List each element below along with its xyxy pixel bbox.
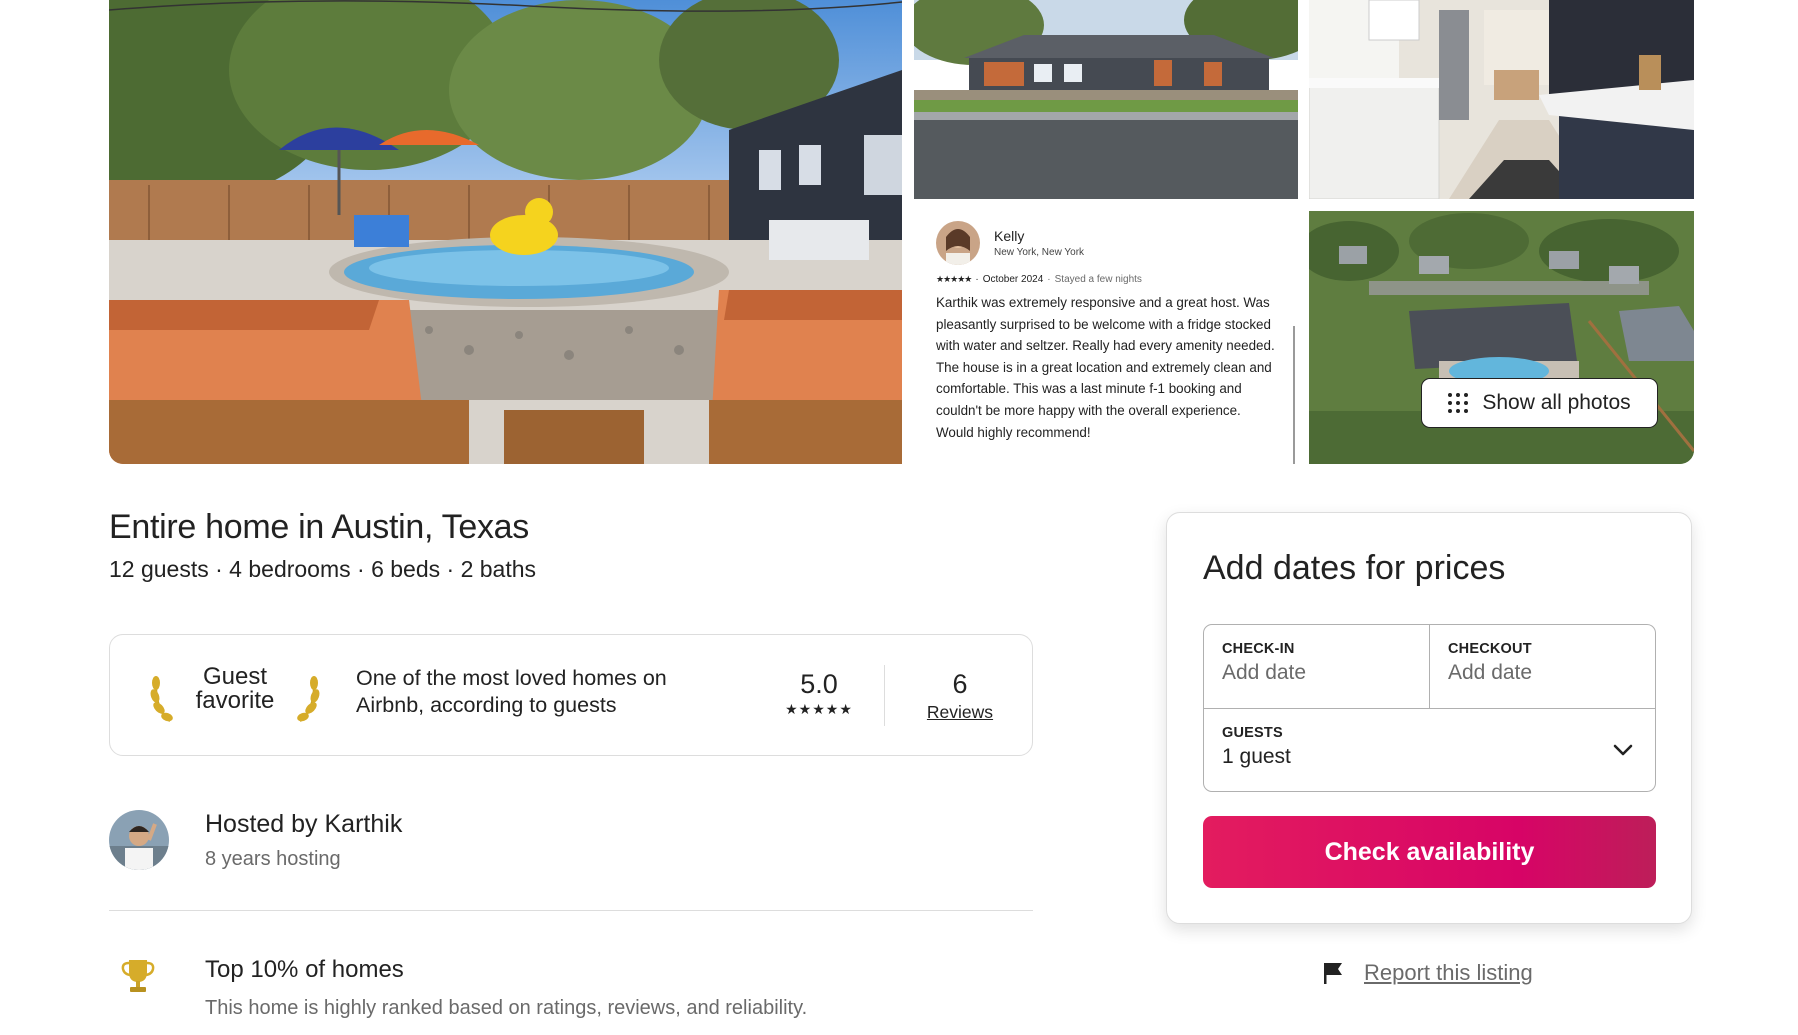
checkin-label: CHECK-IN xyxy=(1222,641,1295,657)
guest-favorite-badge: Guest favorite xyxy=(150,665,320,725)
review-text: Karthik was extremely responsive and a g… xyxy=(936,295,1275,440)
laurel-right-icon xyxy=(297,676,320,722)
review-stars: ★★★★★ xyxy=(936,274,972,284)
featured-review-card: Kelly New York, New York ★★★★★ · October… xyxy=(914,211,1298,464)
rating-value: 5.0 xyxy=(800,669,838,699)
chevron-down-icon xyxy=(1613,744,1633,756)
checkout-field[interactable]: CHECKOUT Add date xyxy=(1430,625,1655,709)
reviews-link[interactable]: Reviews xyxy=(900,702,1020,723)
host-avatar[interactable] xyxy=(109,810,169,870)
show-all-photos-button[interactable]: Show all photos xyxy=(1421,378,1658,428)
overall-rating: 5.0 ★★★★★ xyxy=(770,669,868,718)
guest-favorite-banner: Guest favorite One of the most loved hom… xyxy=(109,634,1033,756)
laurel-left-icon xyxy=(150,676,173,722)
reviewer-location: New York, New York xyxy=(994,247,1085,258)
review-meta: ★★★★★ · October 2024 · Stayed a few nigh… xyxy=(936,274,1142,285)
flag-icon xyxy=(1324,963,1342,984)
checkout-label: CHECKOUT xyxy=(1448,641,1532,657)
booking-card: Add dates for prices CHECK-IN Add date C… xyxy=(1166,512,1692,924)
guest-favorite-label: Guest favorite xyxy=(195,663,275,714)
review-scrollbar[interactable] xyxy=(1293,326,1295,464)
guests-select[interactable]: GUESTS 1 guest xyxy=(1204,709,1655,791)
listing-subtitle: 12 guests · 4 bedrooms · 6 beds · 2 bath… xyxy=(109,556,537,582)
host-years: 8 years hosting xyxy=(205,848,341,870)
report-listing-link[interactable]: Report this listing xyxy=(1364,960,1533,986)
report-listing[interactable]: Report this listing xyxy=(1322,960,1533,986)
show-all-photos-label: Show all photos xyxy=(1482,391,1631,414)
reviewer-name: Kelly xyxy=(994,228,1025,244)
guests-label: GUESTS xyxy=(1222,725,1283,741)
photo-gallery: Kelly New York, New York ★★★★★ · October… xyxy=(109,0,1694,464)
reviewer-avatar xyxy=(936,221,980,265)
checkout-value: Add date xyxy=(1448,661,1533,684)
booking-fields: CHECK-IN Add date CHECKOUT Add date GUES… xyxy=(1203,624,1656,792)
highlight-title: Top 10% of homes xyxy=(205,956,404,983)
host-section: Hosted by Karthik 8 years hosting xyxy=(109,810,1033,910)
checkin-value: Add date xyxy=(1222,661,1307,684)
check-availability-button[interactable]: Check availability xyxy=(1203,816,1656,888)
checkin-field[interactable]: CHECK-IN Add date xyxy=(1204,625,1430,709)
review-stay-note: Stayed a few nights xyxy=(1054,274,1142,285)
photo-backyard-pool[interactable] xyxy=(109,0,902,464)
review-count[interactable]: 6 Reviews xyxy=(900,669,1020,723)
highlight-top-homes: Top 10% of homes This home is highly ran… xyxy=(109,956,1033,1035)
section-divider xyxy=(109,910,1033,911)
rating-stars: ★★★★★ xyxy=(785,701,853,717)
highlight-description: This home is highly ranked based on rati… xyxy=(205,997,808,1019)
review-count-value: 6 xyxy=(952,669,968,699)
guest-favorite-description: One of the most loved homes on Airbnb, a… xyxy=(356,666,667,717)
grid-dots-icon xyxy=(1448,393,1469,413)
listing-title: Entire home in Austin, Texas xyxy=(109,508,529,546)
photo-house-exterior[interactable] xyxy=(914,0,1298,199)
photo-kitchen[interactable] xyxy=(1309,0,1694,199)
guests-value: 1 guest xyxy=(1222,745,1291,768)
host-name: Hosted by Karthik xyxy=(205,810,403,838)
trophy-icon xyxy=(121,960,155,992)
rating-divider xyxy=(884,665,885,726)
booking-title: Add dates for prices xyxy=(1203,549,1506,587)
review-date: October 2024 xyxy=(982,274,1044,285)
